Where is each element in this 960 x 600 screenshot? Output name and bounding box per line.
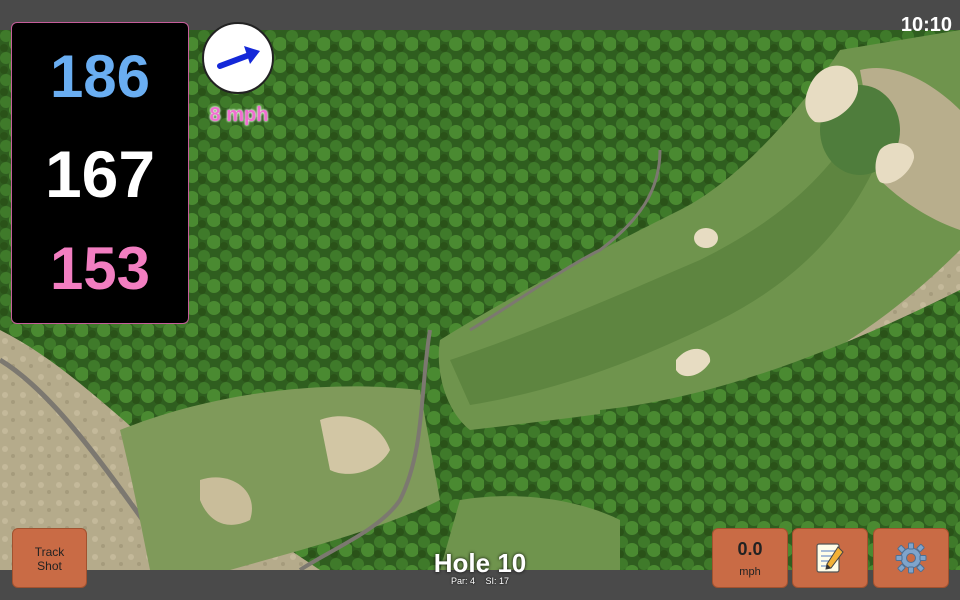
hole-title: Hole 10	[433, 548, 527, 578]
track-shot-label-line2: Shot	[37, 559, 62, 573]
settings-button[interactable]	[873, 528, 949, 588]
center-distance: 167	[44, 137, 156, 211]
wind-indicator[interactable]	[202, 22, 274, 94]
hole-info: Hole 10 Par: 4 SI: 17	[380, 548, 580, 586]
track-shot-button[interactable]: Track Shot	[12, 528, 87, 588]
notes-button[interactable]	[792, 528, 868, 588]
gear-icon	[895, 542, 927, 574]
hole-details: Par: 4 SI: 17	[380, 576, 580, 586]
wind-speed-button[interactable]: 0.0 mph	[712, 528, 788, 588]
distance-panel: 186 167 153	[11, 22, 189, 324]
notepad-icon	[816, 543, 844, 573]
back-distance: 186	[49, 43, 151, 110]
wind-unit: mph	[739, 566, 761, 578]
track-shot-label-line1: Track	[34, 545, 65, 559]
wind-direction-arrow-icon	[217, 46, 260, 69]
wind-value: 0.0	[737, 539, 763, 559]
clock: 10:10	[900, 14, 952, 36]
par-label: Par: 4	[450, 576, 475, 586]
si-label: SI: 17	[485, 576, 510, 586]
front-distance: 153	[49, 235, 151, 302]
wind-speed-label: 8 mph	[209, 104, 269, 126]
